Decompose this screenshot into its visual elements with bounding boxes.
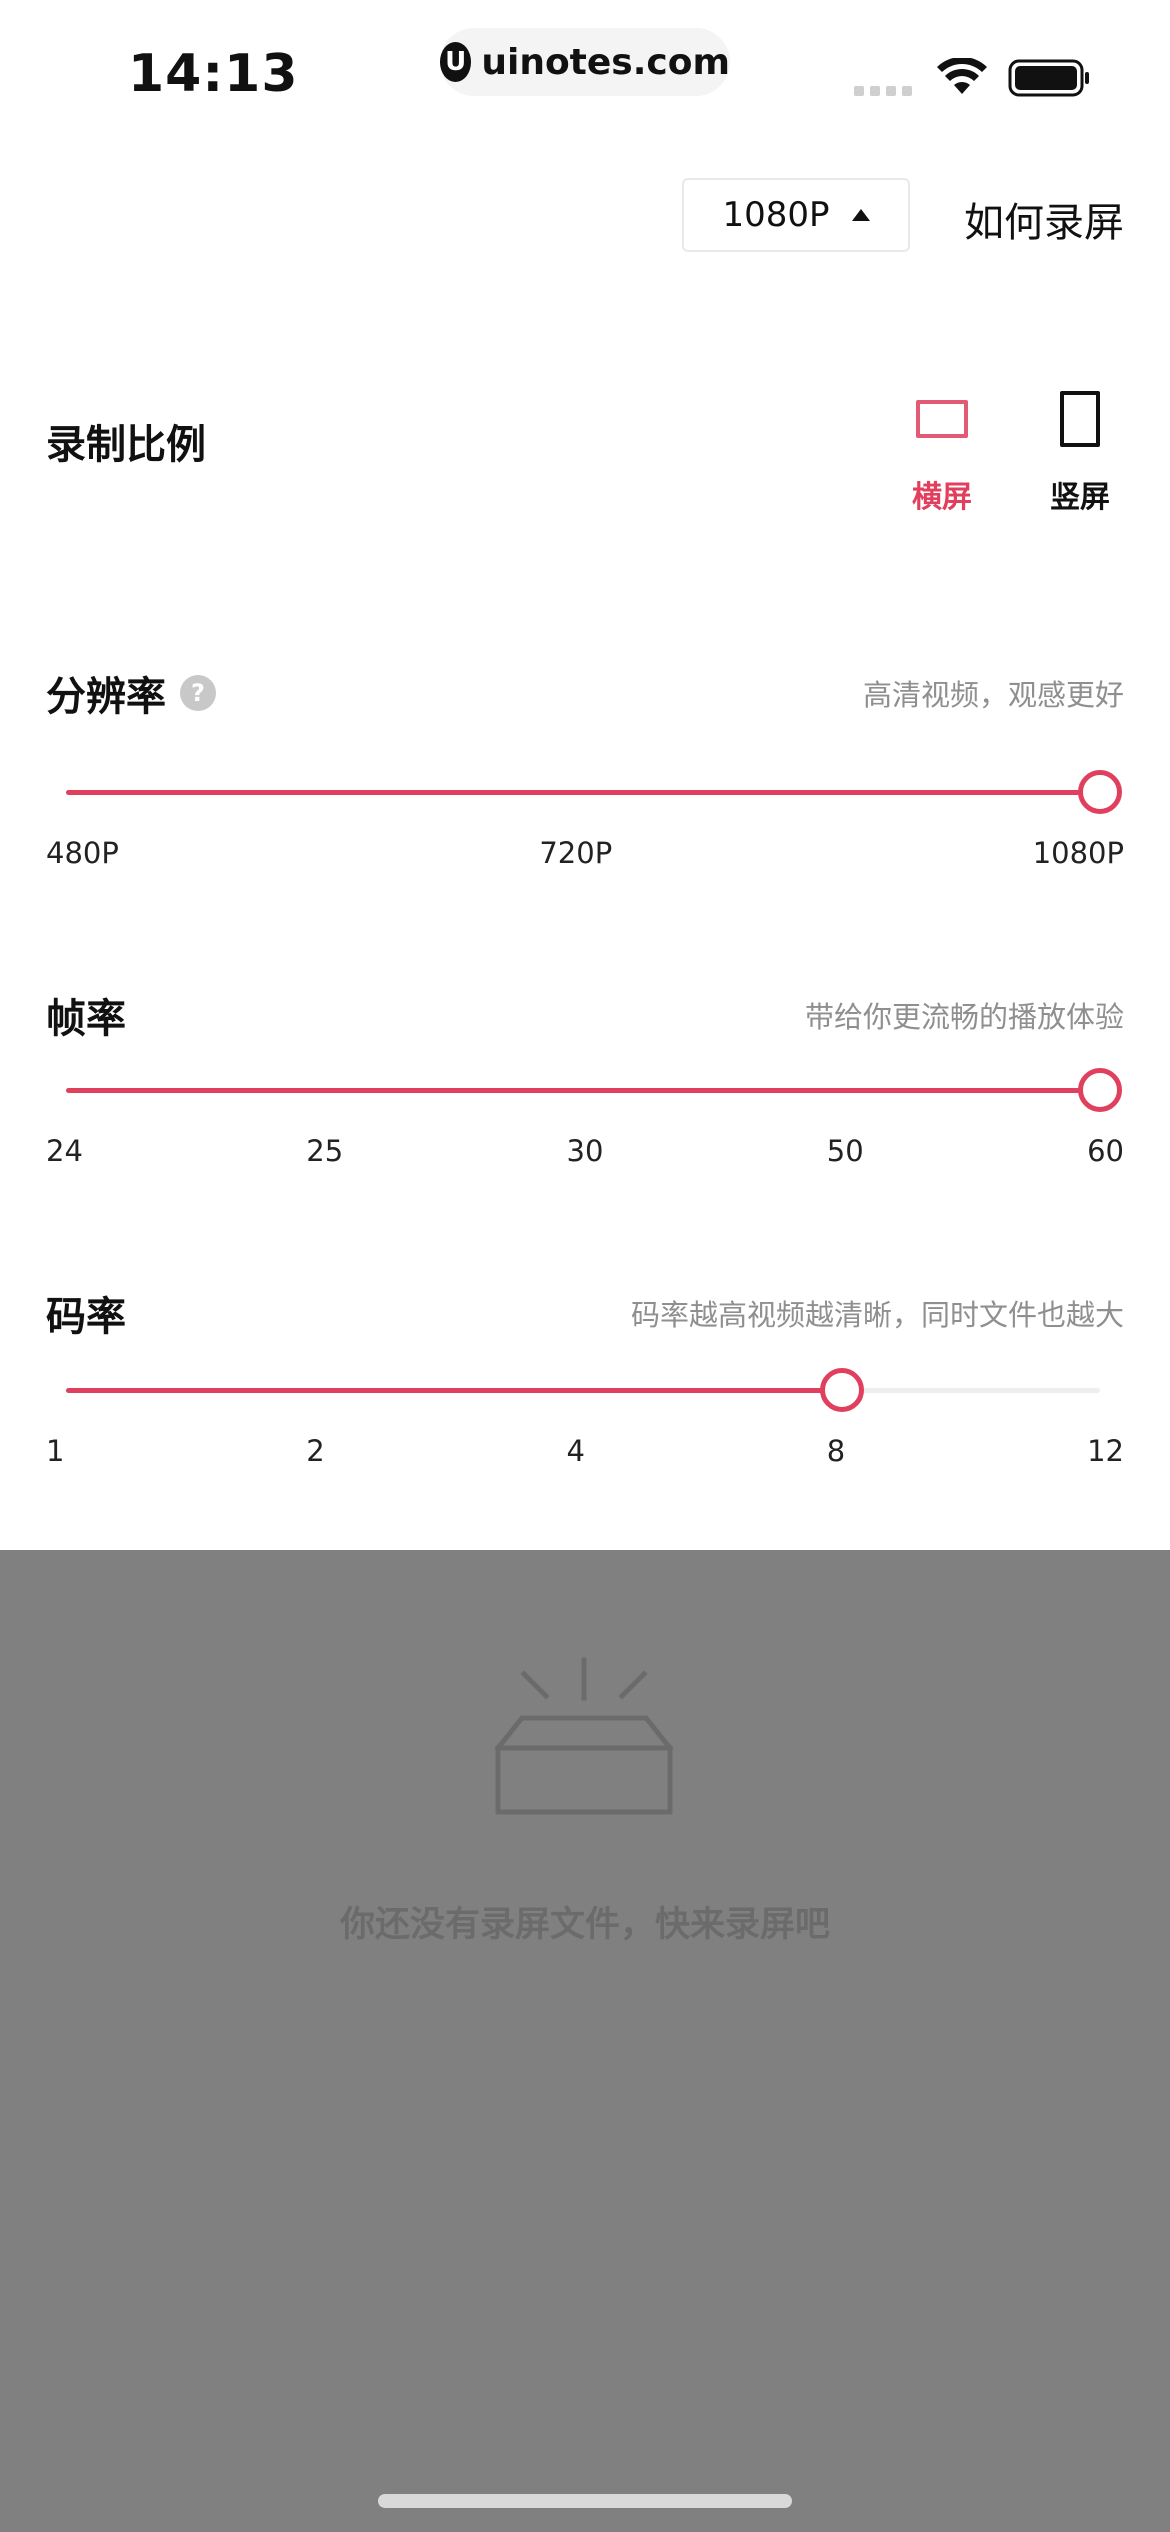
slider-tick-label: 4 bbox=[566, 1434, 585, 1468]
empty-box-icon bbox=[494, 1657, 674, 1815]
resolution-dropdown-label: 1080P bbox=[722, 195, 830, 235]
site-logo-icon: U bbox=[440, 42, 472, 82]
ratio-option-label: 横屏 bbox=[912, 480, 972, 515]
frame-rate-title: 帧率 bbox=[46, 986, 126, 1044]
bit-rate-title: 码率 bbox=[46, 1284, 126, 1342]
bit-rate-slider[interactable] bbox=[66, 1368, 1100, 1412]
empty-state-overlay: 你还没有录屏文件，快来录屏吧 bbox=[0, 1550, 1170, 2532]
slider-fill bbox=[66, 790, 1100, 795]
url-pill[interactable]: U uinotes.com bbox=[440, 28, 730, 96]
slider-tick-label: 12 bbox=[1087, 1434, 1124, 1468]
empty-state-message: 你还没有录屏文件，快来录屏吧 bbox=[339, 1905, 830, 1945]
resolution-hint: 高清视频，观感更好 bbox=[862, 678, 1124, 712]
portrait-rect-icon bbox=[1060, 391, 1100, 447]
frame-rate-title-text: 帧率 bbox=[46, 996, 126, 1042]
battery-icon bbox=[1008, 59, 1089, 97]
resolution-title-text: 分辨率 bbox=[46, 674, 166, 720]
slider-tick-label: 50 bbox=[826, 1134, 864, 1168]
url-text: uinotes.com bbox=[481, 41, 730, 83]
slider-tick-label: 24 bbox=[46, 1134, 83, 1168]
slider-tick-label: 25 bbox=[306, 1134, 344, 1168]
resolution-title: 分辨率 ? bbox=[46, 664, 216, 722]
resolution-dropdown[interactable]: 1080P bbox=[682, 178, 910, 252]
slider-tick-label: 480P bbox=[46, 836, 119, 870]
slider-tick-label: 2 bbox=[306, 1434, 325, 1468]
slider-fill bbox=[66, 1388, 842, 1393]
slider-tick-label: 30 bbox=[566, 1134, 604, 1168]
caret-up-icon bbox=[851, 209, 870, 221]
resolution-ticks: 480P 720P 1080P bbox=[46, 836, 1124, 870]
bit-rate-ticks: 1 2 4 8 12 bbox=[46, 1434, 1124, 1468]
wifi-icon bbox=[937, 58, 987, 94]
bit-rate-title-text: 码率 bbox=[46, 1294, 126, 1340]
ratio-option-portrait[interactable]: 竖屏 bbox=[1020, 384, 1140, 516]
slider-thumb[interactable] bbox=[819, 1368, 864, 1412]
slider-tick-label: 60 bbox=[1087, 1134, 1124, 1168]
slider-thumb[interactable] bbox=[1078, 1068, 1122, 1112]
slider-fill bbox=[66, 1088, 1100, 1093]
ratio-title: 录制比例 bbox=[46, 422, 206, 468]
help-icon[interactable]: ? bbox=[180, 675, 216, 711]
ratio-option-label: 竖屏 bbox=[1050, 480, 1110, 515]
ratio-option-landscape[interactable]: 横屏 bbox=[882, 384, 1002, 516]
cellular-signal-icon bbox=[854, 86, 912, 96]
home-indicator[interactable] bbox=[378, 2494, 792, 2508]
frame-rate-slider[interactable] bbox=[66, 1068, 1122, 1112]
slider-tick-label: 1080P bbox=[1032, 836, 1124, 870]
status-time: 14:13 bbox=[128, 44, 299, 104]
landscape-rect-icon bbox=[916, 400, 968, 438]
bit-rate-hint: 码率越高视频越清晰，同时文件也越大 bbox=[630, 1298, 1124, 1332]
frame-rate-ticks: 24 25 30 50 60 bbox=[46, 1134, 1124, 1168]
frame-rate-hint: 带给你更流畅的播放体验 bbox=[804, 1000, 1124, 1034]
how-to-record-link[interactable]: 如何录屏 bbox=[964, 190, 1124, 248]
resolution-slider[interactable] bbox=[66, 770, 1122, 814]
slider-tick-label: 8 bbox=[826, 1434, 846, 1468]
status-bar: 14:13 U uinotes.com bbox=[0, 0, 1170, 140]
slider-tick-label: 1 bbox=[46, 1434, 65, 1468]
slider-thumb[interactable] bbox=[1078, 770, 1122, 814]
slider-tick-label: 720P bbox=[539, 836, 613, 870]
